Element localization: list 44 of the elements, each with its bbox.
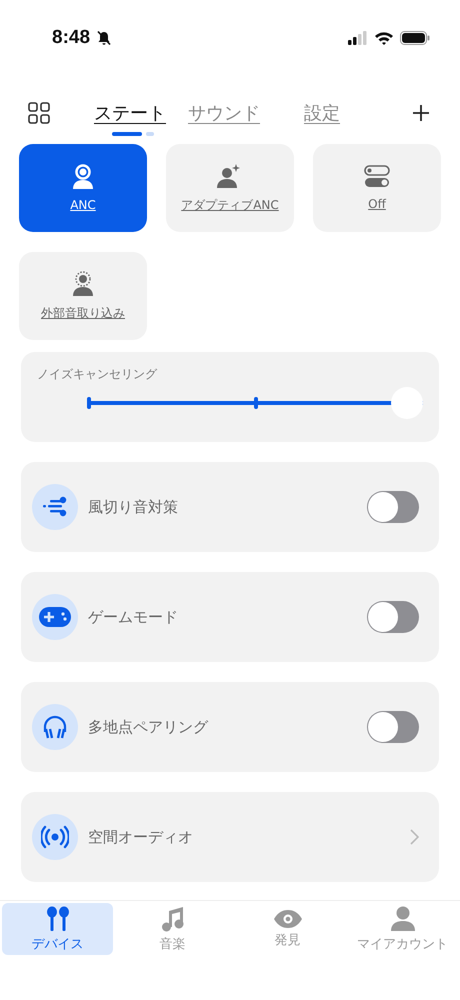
setting-label: 多地点ペアリング	[88, 718, 208, 736]
setting-card[interactable]: 多地点ペアリング	[21, 682, 439, 772]
noise-slider[interactable]	[89, 387, 423, 419]
slider-thumb[interactable]	[391, 387, 423, 419]
person-aura-icon	[70, 270, 96, 296]
mode-tile[interactable]: アダプティブANC	[166, 144, 294, 232]
wind-icon	[42, 496, 68, 518]
broadcast-icon	[41, 825, 69, 849]
signal-icon	[348, 31, 368, 45]
nav-tab[interactable]: マイアカウント	[347, 903, 458, 955]
wifi-icon	[374, 31, 394, 45]
music-note-icon	[160, 906, 184, 932]
toggle-switch[interactable]	[367, 601, 419, 633]
page-indicator	[112, 132, 154, 136]
person-icon	[390, 906, 416, 932]
mode-tile[interactable]: ANC	[19, 144, 147, 232]
setting-label: 空間オーディオ	[88, 828, 193, 846]
person-icon	[71, 164, 95, 190]
status-time: 8:48	[52, 27, 90, 49]
add-icon[interactable]	[412, 104, 430, 122]
eye-icon	[274, 910, 302, 928]
setting-card[interactable]: 空間オーディオ	[21, 792, 439, 882]
grid-icon[interactable]	[28, 102, 50, 124]
battery-icon	[400, 31, 430, 45]
earbuds-icon	[44, 906, 70, 932]
setting-label: ゲームモード	[88, 608, 178, 626]
toggle-switch[interactable]	[367, 711, 419, 743]
mode-tile[interactable]: 外部音取り込み	[19, 252, 147, 340]
tab[interactable]: サウンド	[188, 101, 260, 125]
nav-tab[interactable]: 発見	[232, 903, 343, 955]
tab[interactable]: ステート	[94, 101, 166, 125]
chevron-right-icon	[410, 829, 419, 845]
switches-icon	[364, 165, 390, 189]
setting-card[interactable]: 風切り音対策	[21, 462, 439, 552]
setting-card[interactable]: ゲームモード	[21, 572, 439, 662]
toggle-switch[interactable]	[367, 491, 419, 523]
nav-tab[interactable]: 音楽	[117, 903, 228, 955]
mode-tile[interactable]: Off	[313, 144, 441, 232]
headphones-icon	[42, 714, 68, 740]
tab[interactable]: 設定	[304, 101, 340, 125]
nav-tab[interactable]: デバイス	[2, 903, 113, 955]
gamepad-icon	[39, 607, 71, 627]
setting-label: 風切り音対策	[88, 498, 178, 516]
slider-label: ノイズキャンセリング	[37, 366, 158, 383]
